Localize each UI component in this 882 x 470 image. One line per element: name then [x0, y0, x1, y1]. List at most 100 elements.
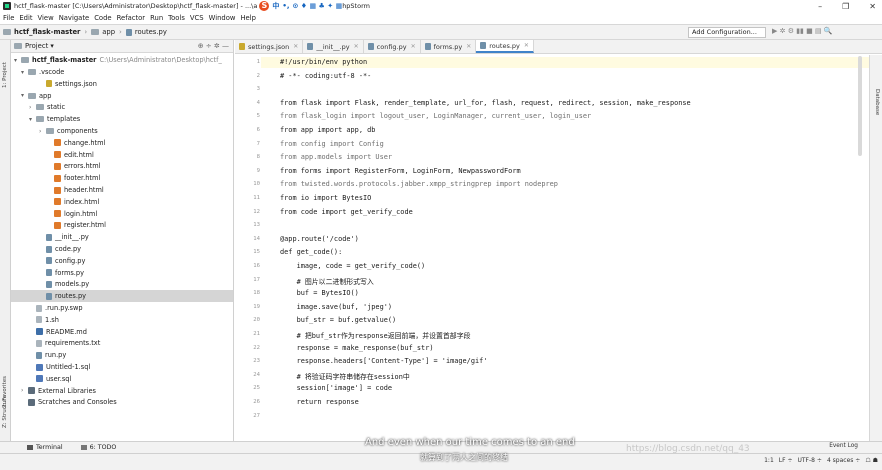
editor-scrollbar[interactable]: [858, 56, 862, 156]
project-tool-tab[interactable]: 1: Project: [2, 62, 8, 88]
tree-item[interactable]: routes.py: [11, 290, 233, 303]
tree-item[interactable]: .run.py.swp: [29, 302, 83, 314]
close-tab-icon[interactable]: ✕: [411, 43, 416, 50]
menu-vcs[interactable]: VCS: [190, 14, 204, 22]
expand-arrow-icon[interactable]: ▾: [29, 116, 36, 123]
terminal-tool-button[interactable]: Terminal: [27, 444, 63, 451]
tree-item[interactable]: errors.html: [47, 160, 101, 172]
menu-run[interactable]: Run: [150, 14, 163, 22]
code-line[interactable]: # 将验证码字符串储存在session中: [280, 371, 410, 381]
project-view-selector[interactable]: Project ▾: [25, 42, 54, 50]
tree-item[interactable]: config.py: [39, 255, 85, 267]
tree-item[interactable]: code.py: [39, 243, 81, 255]
tree-item[interactable]: login.html: [47, 208, 97, 220]
tree-root[interactable]: ▾ hctf_flask-master C:\Users\Administrat…: [14, 54, 222, 66]
add-configuration-button[interactable]: Add Configuration...: [688, 27, 766, 38]
project-panel-tools[interactable]: ⊕ ÷ ✲ —: [198, 42, 229, 50]
ime-tools-icons[interactable]: ⊙ ♦ ▦ ♣ ✦ ▦: [292, 2, 342, 10]
expand-arrow-icon[interactable]: ›: [29, 104, 36, 111]
close-tab-icon[interactable]: ✕: [354, 43, 359, 50]
breadcrumb-file[interactable]: routes.py: [125, 28, 167, 36]
file-encoding[interactable]: UTF-8 ÷: [798, 457, 822, 464]
expand-arrow-icon[interactable]: ›: [39, 128, 46, 135]
tree-item[interactable]: 1.sh: [29, 314, 59, 326]
code-line[interactable]: from io import BytesIO: [280, 194, 371, 202]
menu-code[interactable]: Code: [94, 14, 111, 22]
structure-tool-tab[interactable]: Z: Structure: [2, 395, 8, 428]
code-line[interactable]: # 图片以二进制形式写入: [280, 276, 374, 286]
tree-item[interactable]: README.md: [29, 326, 87, 338]
tree-item[interactable]: ▾ .vscode: [21, 66, 64, 78]
menu-window[interactable]: Window: [209, 14, 236, 22]
tree-item[interactable]: change.html: [47, 137, 105, 149]
status-icons[interactable]: ☖ ☗: [865, 457, 878, 464]
tree-item[interactable]: requirements.txt: [29, 337, 100, 349]
close-tab-icon[interactable]: ✕: [524, 42, 529, 49]
tree-item[interactable]: run.py: [29, 349, 66, 361]
tab-forms-py[interactable]: forms.py ✕: [421, 40, 477, 53]
code-line[interactable]: response = make_response(buf_str): [280, 344, 434, 352]
close-tab-icon[interactable]: ✕: [466, 43, 471, 50]
tree-item[interactable]: › components: [39, 125, 98, 137]
close-tab-icon[interactable]: ✕: [293, 43, 298, 50]
code-line[interactable]: # 把buf_str作为response返回前端，并设置首部字段: [280, 330, 471, 340]
tree-item[interactable]: forms.py: [39, 267, 84, 279]
code-line[interactable]: from app import app, db: [280, 126, 375, 134]
code-line[interactable]: buf_str = buf.getvalue(): [280, 316, 397, 324]
code-line[interactable]: return response: [280, 398, 359, 406]
code-line[interactable]: from config import Config: [280, 140, 384, 148]
tab-config-py[interactable]: config.py ✕: [364, 40, 421, 53]
tab-routes-py[interactable]: routes.py ✕: [476, 40, 534, 53]
tree-item[interactable]: header.html: [47, 184, 104, 196]
menu-view[interactable]: View: [38, 14, 54, 22]
tree-item[interactable]: footer.html: [47, 172, 100, 184]
tree-item[interactable]: index.html: [47, 196, 99, 208]
code-line[interactable]: @app.route('/code'): [280, 235, 359, 243]
run-toolbar[interactable]: ▶ ✲ ⚙ ▮▮ ■ ▤ 🔍: [772, 27, 833, 35]
tree-item[interactable]: ▾ app: [21, 90, 51, 102]
code-line[interactable]: from flask_login import logout_user, Log…: [280, 112, 591, 120]
code-line[interactable]: response.headers['Content-Type'] = 'imag…: [280, 357, 488, 365]
tree-item[interactable]: edit.html: [47, 149, 94, 161]
code-line[interactable]: image.save(buf, 'jpeg'): [280, 303, 392, 311]
event-log-button[interactable]: Event Log: [829, 443, 858, 449]
ime-toolbar[interactable]: S 中 •, ⊙ ♦ ▦ ♣ ✦ ▦: [259, 1, 342, 11]
code-line[interactable]: #!/usr/bin/env python: [280, 58, 367, 66]
tree-item[interactable]: settings.json: [39, 78, 97, 90]
breadcrumb-app[interactable]: app: [91, 28, 115, 36]
ime-chinese-mode[interactable]: 中: [272, 1, 279, 11]
menu-help[interactable]: Help: [240, 14, 256, 22]
sogou-s-icon[interactable]: S: [259, 1, 270, 11]
close-icon[interactable]: ✕: [869, 2, 876, 11]
indent-setting[interactable]: 4 spaces ÷: [827, 457, 860, 464]
expand-arrow-icon[interactable]: ›: [21, 387, 28, 394]
tab-settings-json[interactable]: settings.json ✕: [235, 40, 304, 53]
code-line[interactable]: image, code = get_verify_code(): [280, 262, 426, 270]
tree-item[interactable]: models.py: [39, 278, 89, 290]
expand-arrow-icon[interactable]: ▾: [21, 92, 28, 99]
menu-file[interactable]: File: [3, 14, 14, 22]
tree-item[interactable]: __init__.py: [39, 231, 89, 243]
tree-item[interactable]: user.sql: [29, 373, 71, 385]
code-line[interactable]: from forms import RegisterForm, LoginFor…: [280, 167, 521, 175]
menu-navigate[interactable]: Navigate: [59, 14, 90, 22]
tree-item[interactable]: ▾ templates: [29, 113, 80, 125]
menu-edit[interactable]: Edit: [19, 14, 32, 22]
breadcrumb-project[interactable]: hctf_flask-master: [3, 28, 80, 36]
ime-punct-mode[interactable]: •,: [282, 2, 289, 10]
caret-position[interactable]: 1:1: [764, 457, 774, 464]
tree-item[interactable]: Scratches and Consoles: [21, 396, 117, 408]
code-line[interactable]: from twisted.words.protocols.jabber.xmpp…: [280, 180, 558, 188]
line-number-gutter[interactable]: 1 2 3 4 5 6 7 8 9 10 11 12 13 14 15 16 17 18 19 20 21 22 23 24 2…: [235, 55, 261, 441]
code-line[interactable]: buf = BytesIO(): [280, 289, 359, 297]
tree-item[interactable]: Untitled-1.sql: [29, 361, 90, 373]
code-line[interactable]: from flask import Flask, render_template…: [280, 99, 691, 107]
code-line[interactable]: # -*- coding:utf-8 -*-: [280, 72, 371, 80]
code-editor[interactable]: 1 2 3 4 5 6 7 8 9 10 11 12 13 14 15 16 17 18 19 20 21 22 23 24 2…: [235, 55, 869, 441]
tree-item[interactable]: › External Libraries: [21, 385, 96, 397]
menu-refactor[interactable]: Refactor: [117, 14, 146, 22]
todo-tool-button[interactable]: 6: TODO: [80, 444, 116, 451]
expand-arrow-icon[interactable]: ▾: [21, 69, 28, 76]
line-separator[interactable]: LF ÷: [779, 457, 793, 464]
tree-item[interactable]: register.html: [47, 219, 106, 231]
